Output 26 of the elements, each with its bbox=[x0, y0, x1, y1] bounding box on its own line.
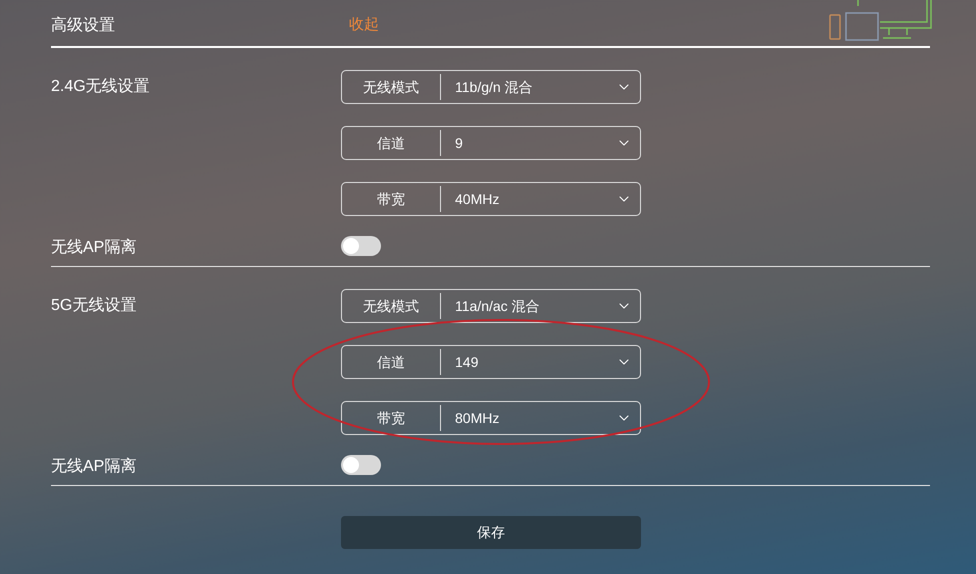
group-label: 5G无线设置 bbox=[51, 296, 136, 316]
field-label: 信道 bbox=[342, 349, 441, 375]
field-value: 80MHz bbox=[454, 408, 500, 428]
select-field[interactable]: 无线模式 11a/n/ac 混合 bbox=[341, 289, 641, 323]
toggle-label: 无线AP隔离 bbox=[51, 238, 138, 258]
field-label: 信道 bbox=[342, 130, 441, 156]
field-label: 无线模式 bbox=[342, 74, 441, 100]
select-field[interactable]: 信道 149 bbox=[341, 345, 641, 379]
field-label: 带宽 bbox=[342, 405, 441, 431]
select-field[interactable]: 带宽 40MHz bbox=[341, 182, 641, 216]
field-value: 149 bbox=[454, 352, 480, 372]
field-label: 无线模式 bbox=[342, 293, 441, 319]
toggle-label: 无线AP隔离 bbox=[51, 456, 138, 477]
toggle-switch[interactable] bbox=[341, 455, 381, 475]
select-field[interactable]: 无线模式 11b/g/n 混合 bbox=[341, 70, 641, 104]
field-label: 带宽 bbox=[342, 186, 441, 212]
field-value: 11a/n/ac 混合 bbox=[454, 296, 541, 316]
group-label: 2.4G无线设置 bbox=[51, 76, 150, 97]
toggle-switch[interactable] bbox=[341, 236, 381, 256]
select-field[interactable]: 带宽 80MHz bbox=[341, 401, 641, 435]
field-value: 40MHz bbox=[454, 190, 500, 208]
field-value: 11b/g/n 混合 bbox=[454, 78, 534, 97]
section-title: 高级设置 bbox=[51, 16, 116, 36]
save-button[interactable]: 保存 bbox=[341, 516, 641, 549]
select-field[interactable]: 信道 9 bbox=[341, 126, 641, 160]
field-value: 9 bbox=[454, 134, 464, 152]
